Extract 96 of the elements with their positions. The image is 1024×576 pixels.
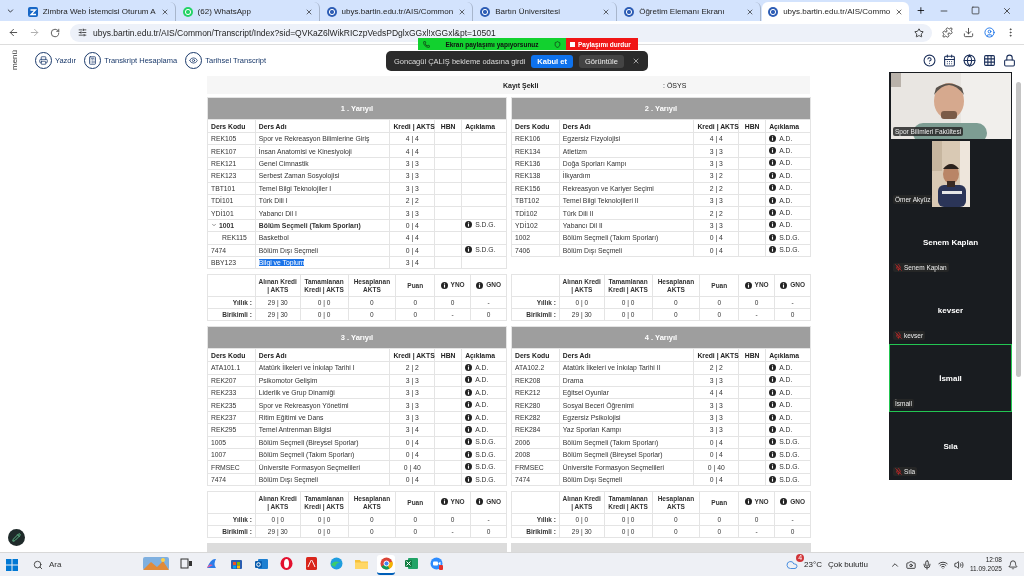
address-bar[interactable]: ubys.bartin.edu.tr/AIS/Common/Transcript/Index?sid=QVKaZ6lWikRICzpVedsPDglxGGxl!xGGxl&pt=10501 (70, 23, 932, 42)
wifi-icon[interactable] (937, 559, 948, 570)
hbn-cell (434, 157, 462, 170)
close-icon[interactable] (160, 7, 169, 16)
taskbar-app[interactable] (377, 554, 395, 575)
hbn-cell (434, 132, 462, 145)
muted-mic-icon (895, 332, 902, 339)
weather-icon[interactable] (786, 558, 799, 571)
note-cell (461, 182, 507, 195)
hbn-cell (434, 231, 462, 244)
info-icon (465, 463, 473, 471)
new-tab-icon[interactable] (916, 5, 926, 16)
tab-title: ubys.bartin.edu.tr/AIS/Common (341, 7, 454, 16)
zimbra-icon (27, 6, 38, 17)
site-settings-icon[interactable] (78, 28, 87, 37)
site-icon (326, 6, 337, 17)
note-cell (461, 169, 507, 183)
close-icon[interactable] (631, 57, 640, 65)
pen-button[interactable] (8, 529, 25, 546)
help-icon[interactable] (923, 54, 936, 67)
maximize-icon[interactable] (971, 5, 980, 15)
shield-icon (554, 40, 561, 48)
note-cell (461, 157, 507, 170)
info-icon (769, 209, 777, 217)
tab-title: Zimbra Web İstemcisi Oturum A (42, 7, 156, 16)
participant-name: kevser (937, 305, 964, 315)
temperature: 23°C (804, 560, 822, 569)
extensions-icon[interactable] (942, 27, 953, 38)
weather-text: Çok bulutlu (827, 560, 868, 569)
notifications-icon[interactable] (1008, 559, 1018, 570)
document-icon[interactable] (304, 557, 318, 570)
store-icon[interactable] (229, 557, 243, 570)
tab-title: Bartın Üniversitesi (495, 7, 562, 16)
search-field[interactable]: Ara (25, 555, 135, 574)
edge-icon[interactable] (329, 557, 343, 570)
copilot-icon[interactable] (204, 557, 218, 570)
hbn-cell (434, 206, 462, 220)
info-icon (769, 401, 777, 409)
participant-name: Sıla (943, 441, 958, 451)
microphone-icon[interactable] (921, 559, 932, 570)
mail-icon[interactable] (254, 557, 268, 570)
hbn-cell (434, 169, 462, 183)
reload-icon[interactable] (50, 27, 60, 38)
menu-toggle[interactable]: menü (10, 50, 19, 71)
search-icon (33, 559, 43, 570)
apps-grid-icon[interactable] (983, 54, 996, 67)
globe-icon[interactable] (963, 54, 976, 67)
site-icon (624, 6, 635, 17)
tab-title: (62) WhatsApp (197, 7, 252, 16)
tab-title: ubys.bartin.edu.tr/AIS/Commo (783, 7, 891, 16)
camera-icon[interactable] (905, 559, 916, 570)
start-icon[interactable] (6, 558, 18, 571)
hbn-cell (434, 194, 462, 207)
volume-icon[interactable] (953, 559, 964, 570)
hbn-cell (434, 144, 462, 158)
info-icon (769, 364, 777, 371)
close-icon[interactable] (602, 7, 611, 16)
lock-icon[interactable] (1003, 54, 1016, 67)
participant-name: İsmail (939, 373, 962, 383)
close-icon[interactable] (895, 7, 904, 16)
info-icon (465, 364, 473, 371)
download-icon[interactable] (963, 27, 974, 38)
note-cell (461, 144, 507, 158)
calendar-icon[interactable] (943, 54, 956, 67)
whatsapp-icon (182, 6, 193, 17)
stop-icon (570, 41, 575, 47)
site-icon (480, 6, 491, 17)
chrome-icon[interactable] (379, 557, 393, 570)
opera-icon[interactable] (279, 557, 293, 570)
spreadsheet-icon[interactable] (404, 557, 418, 570)
note-cell (461, 194, 507, 207)
info-icon (465, 401, 473, 409)
profile-icon[interactable] (984, 27, 995, 38)
info-icon (769, 147, 777, 155)
browser-tab[interactable]: ubys.bartin.edu.tr/AIS/Commo (762, 2, 910, 21)
participant-name: Senem Kaplan (922, 237, 979, 247)
hbn-cell (434, 256, 462, 269)
muted-mic-icon (895, 264, 902, 271)
site-icon (768, 6, 779, 17)
close-icon[interactable] (746, 7, 755, 16)
video-call-icon[interactable] (429, 557, 443, 570)
search-placeholder: Ara (49, 560, 62, 569)
url-text: ubys.bartin.edu.tr/AIS/Common/Transcript/Index?sid=QVKaZ6lWikRICzpVedsPDglxGGxl!xGGxl&pt=10501 (93, 27, 496, 38)
phone-icon (423, 40, 430, 48)
task-view-icon[interactable] (179, 557, 193, 570)
close-icon[interactable] (304, 7, 313, 16)
muted-mic-icon (895, 468, 902, 475)
hbn-cell (434, 182, 462, 195)
close-icon[interactable] (1002, 5, 1012, 16)
close-icon[interactable] (458, 7, 467, 16)
pen-icon (12, 533, 21, 542)
tab-title: Öğretim Elemanı Ekranı (639, 7, 726, 16)
back-icon[interactable] (8, 27, 19, 38)
note-cell (461, 132, 507, 145)
info-icon (769, 463, 777, 471)
bookmark-star-icon[interactable] (914, 27, 924, 38)
